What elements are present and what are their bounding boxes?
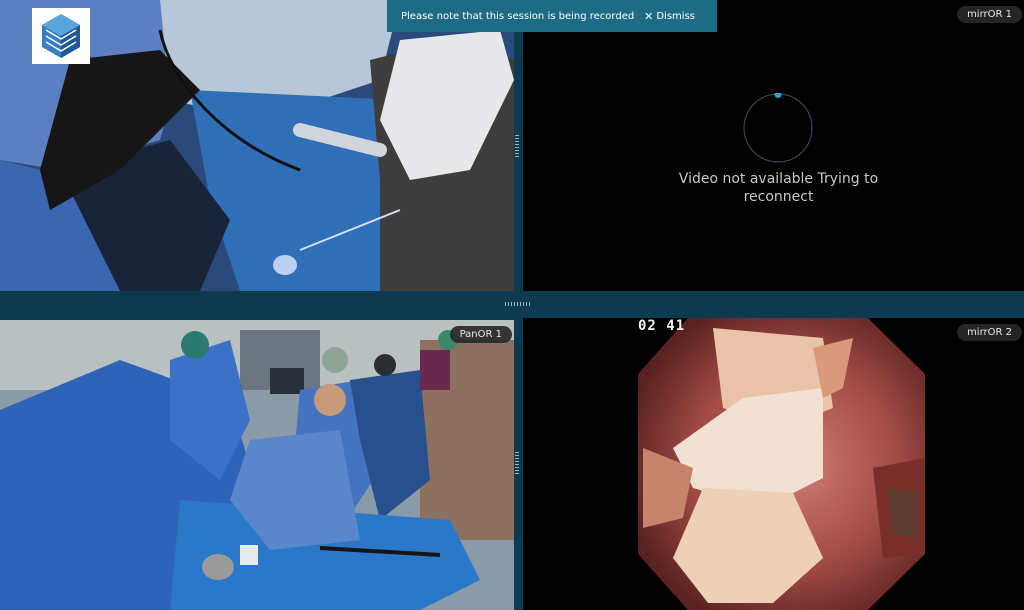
video-status-message: Video not available Trying to reconnect xyxy=(523,170,1024,206)
status-line-1: Video not available Trying to xyxy=(678,171,879,187)
video-feed-bottom-left[interactable]: PanOR 1 xyxy=(0,320,514,610)
dismiss-button[interactable]: ✕ Dismiss xyxy=(644,10,695,23)
resize-handle-icon[interactable] xyxy=(515,135,519,157)
video-feed-top-left[interactable] xyxy=(0,0,514,291)
resize-handle-icon[interactable] xyxy=(515,452,519,474)
recording-notice-text: Please note that this session is being r… xyxy=(401,10,635,22)
close-icon: ✕ xyxy=(644,9,654,23)
recording-notice-banner: Please note that this session is being r… xyxy=(387,0,717,32)
operating-room-image xyxy=(0,320,514,610)
resize-handle-icon[interactable] xyxy=(505,302,531,306)
loading-spinner-icon xyxy=(743,93,813,163)
status-line-2: reconnect xyxy=(743,189,814,205)
feed-name-label: mirrOR 2 xyxy=(957,324,1022,341)
feed-name-label: PanOR 1 xyxy=(449,326,512,343)
dismiss-label: Dismiss xyxy=(656,10,695,22)
feed-name-label: mirrOR 1 xyxy=(957,6,1022,23)
procedure-timer: 02 41 xyxy=(638,318,686,334)
logo-icon xyxy=(32,8,90,64)
endoscope-view-image xyxy=(638,318,925,610)
video-feed-bottom-right[interactable]: mirrOR 2 xyxy=(523,318,1024,610)
